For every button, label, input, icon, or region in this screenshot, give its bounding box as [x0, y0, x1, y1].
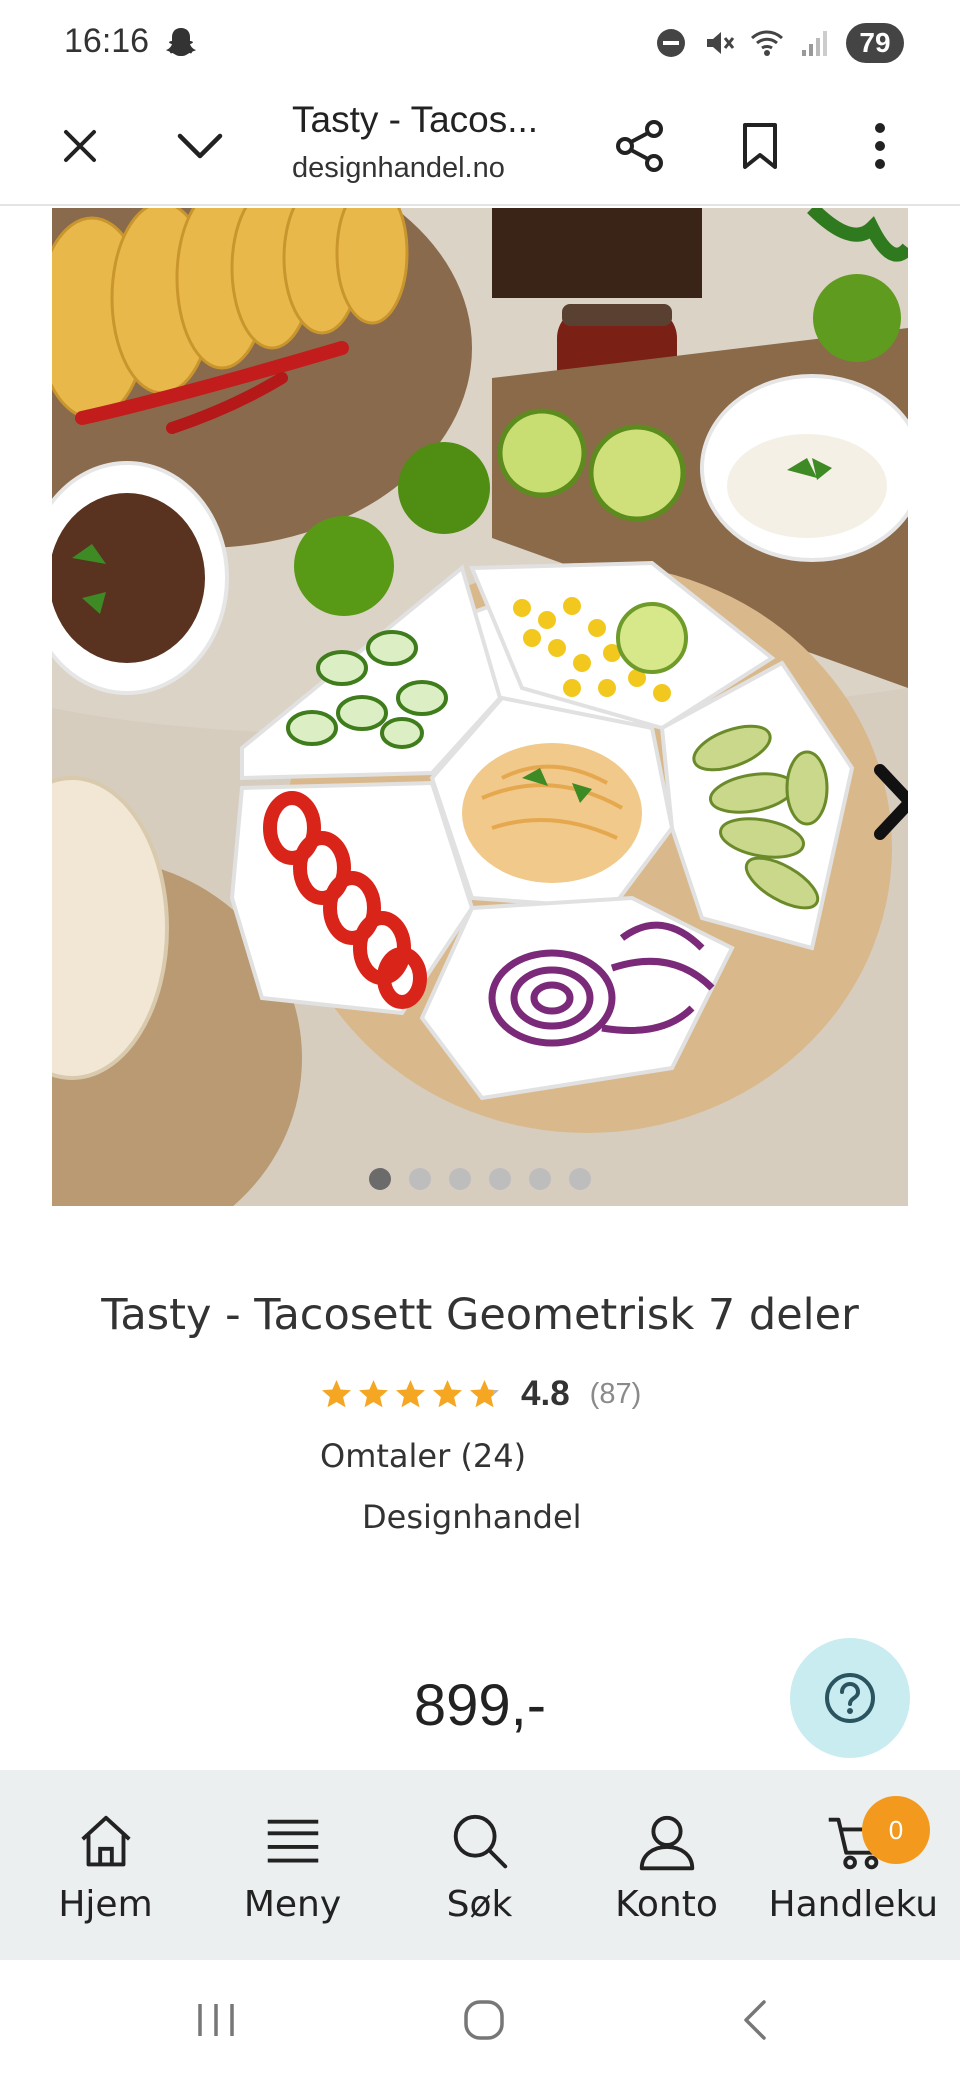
wifi-icon [751, 30, 783, 56]
back-icon [744, 2000, 766, 2040]
product-rating[interactable]: 4.8 (87) [320, 1374, 641, 1414]
system-navigation [0, 1960, 960, 2080]
nav-label-menu: Meny [243, 1886, 342, 1926]
star-icon [470, 1379, 499, 1407]
carousel-dot[interactable] [569, 1168, 591, 1190]
close-icon [64, 130, 96, 162]
help-circle-icon [825, 1673, 875, 1723]
nav-item-account[interactable]: Konto [573, 1770, 760, 1960]
rating-count: (87) [589, 1377, 642, 1410]
more-options-button[interactable] [842, 108, 918, 184]
nav-item-menu[interactable]: Meny [199, 1770, 386, 1960]
nav-label-search: Søk [446, 1886, 513, 1926]
carousel-next-button[interactable] [862, 754, 908, 850]
star-icon [359, 1379, 388, 1407]
nav-label-account: Konto [615, 1886, 718, 1926]
cart-count-badge: 0 [862, 1796, 930, 1864]
star-icon [433, 1379, 462, 1407]
chevron-right-icon [874, 764, 908, 840]
collapse-button[interactable] [162, 108, 238, 184]
carousel-dot[interactable] [489, 1168, 511, 1190]
status-icons: 79 [654, 22, 904, 64]
status-time: 16:16 [64, 22, 150, 60]
rating-value: 4.8 [521, 1374, 570, 1413]
home-system-button[interactable] [454, 1990, 514, 2050]
search-icon [453, 1814, 507, 1869]
nav-item-cart[interactable]: Handlekurv 0 [760, 1770, 947, 1960]
share-icon [616, 120, 663, 172]
chevron-down-icon [177, 133, 223, 159]
bookmark-icon [743, 123, 777, 169]
browser-toolbar: Tasty - Tacos... designhandel.no [0, 86, 960, 206]
star-icon [322, 1379, 351, 1407]
carousel-dot[interactable] [369, 1168, 391, 1190]
bookmark-button[interactable] [722, 108, 798, 184]
product-title: Tasty - Tacosett Geometrisk 7 deler [101, 1290, 859, 1340]
bottom-navigation: Hjem Meny Søk Konto Handlekurv 0 [0, 1770, 960, 1960]
carousel-dot[interactable] [449, 1168, 471, 1190]
menu-icon [267, 1819, 318, 1863]
nav-label-home: Hjem [58, 1886, 153, 1926]
mute-icon [707, 32, 735, 54]
page-url[interactable]: designhandel.no [292, 148, 562, 189]
carousel-dot[interactable] [409, 1168, 431, 1190]
page-title[interactable]: Tasty - Tacos... [292, 94, 562, 146]
more-vert-icon [875, 123, 885, 169]
nav-label-cart: Handlekurv [768, 1886, 939, 1926]
carousel-dot[interactable] [529, 1168, 551, 1190]
snapchat-ghost-icon [166, 28, 196, 56]
account-icon [639, 1815, 694, 1871]
recent-apps-button[interactable] [186, 1990, 246, 2050]
home-circle-icon [464, 2000, 504, 2040]
status-bar: 16:16 79 [0, 0, 960, 86]
do-not-disturb-icon [657, 29, 685, 57]
home-icon [80, 1815, 131, 1867]
star-icon [396, 1379, 425, 1407]
carousel-dots [0, 1168, 960, 1190]
help-button[interactable] [790, 1638, 910, 1758]
product-image[interactable] [52, 208, 908, 1206]
nav-item-search[interactable]: Søk [386, 1770, 573, 1960]
share-button[interactable] [602, 108, 678, 184]
close-button[interactable] [42, 108, 118, 184]
recent-apps-icon [198, 2004, 234, 2036]
taco-set-photo [52, 208, 908, 1206]
signal-icon [802, 31, 827, 56]
nav-item-home[interactable]: Hjem [12, 1770, 199, 1960]
back-button[interactable] [724, 1990, 784, 2050]
brand-link[interactable]: Designhandel [362, 1498, 582, 1536]
rating-stars [320, 1378, 501, 1411]
reviews-link[interactable]: Omtaler (24) [320, 1437, 526, 1475]
battery-indicator: 79 [846, 23, 904, 63]
